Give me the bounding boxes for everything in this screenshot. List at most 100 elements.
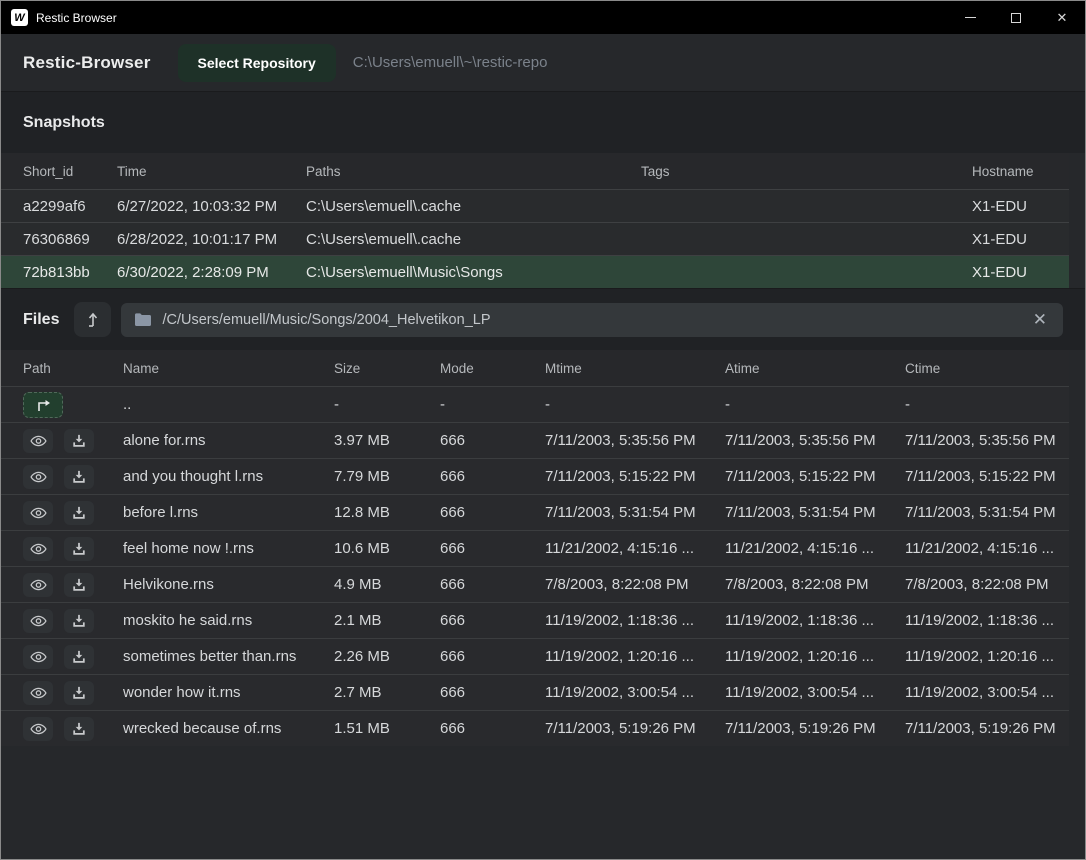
preview-file-button[interactable] [23, 501, 53, 525]
file-mode: 666 [440, 432, 545, 449]
file-name: moskito he said.rns [123, 612, 334, 629]
minimize-button[interactable] [947, 1, 993, 34]
file-row[interactable]: moskito he said.rns 2.1 MB 666 11/19/200… [1, 602, 1069, 638]
titlebar: W Restic Browser ✕ [1, 1, 1085, 34]
eye-icon [30, 543, 47, 555]
download-file-button[interactable] [64, 465, 94, 489]
download-file-button[interactable] [64, 429, 94, 453]
file-ctime: 7/11/2003, 5:15:22 PM [905, 468, 1069, 485]
preview-file-button[interactable] [23, 537, 53, 561]
file-row[interactable]: alone for.rns 3.97 MB 666 7/11/2003, 5:3… [1, 422, 1069, 458]
folder-icon [135, 313, 151, 326]
column-mode: Mode [440, 361, 545, 376]
eye-icon [30, 507, 47, 519]
download-icon [72, 578, 86, 592]
app-header: Restic-Browser Select Repository C:\User… [1, 34, 1085, 91]
eye-icon [30, 651, 47, 663]
file-name: and you thought l.rns [123, 468, 334, 485]
current-path-input[interactable]: /C/Users/emuell/Music/Songs/2004_Helveti… [121, 303, 1063, 337]
preview-file-button[interactable] [23, 573, 53, 597]
files-section-header: Files /C/Users/emuell/Music/Songs/2004_H… [1, 288, 1085, 350]
go-to-parent-button[interactable] [23, 392, 63, 418]
file-row[interactable]: Helvikone.rns 4.9 MB 666 7/8/2003, 8:22:… [1, 566, 1069, 602]
file-mode: 666 [440, 612, 545, 629]
file-mode: 666 [440, 468, 545, 485]
files-table-header: Path Name Size Mode Mtime Atime Ctime [1, 350, 1069, 386]
open-path-button[interactable] [74, 302, 111, 337]
file-size: 4.9 MB [334, 576, 440, 593]
download-file-button[interactable] [64, 645, 94, 669]
eye-icon [30, 471, 47, 483]
eye-icon [30, 579, 47, 591]
file-row[interactable]: wonder how it.rns 2.7 MB 666 11/19/2002,… [1, 674, 1069, 710]
file-size: 3.97 MB [334, 432, 440, 449]
file-mode: 666 [440, 720, 545, 737]
snapshot-row[interactable]: 72b813bb 6/30/2022, 2:28:09 PM C:\Users\… [1, 255, 1069, 288]
files-title: Files [23, 311, 59, 329]
preview-file-button[interactable] [23, 717, 53, 741]
preview-file-button[interactable] [23, 465, 53, 489]
app-window: W Restic Browser ✕ Restic-Browser Select… [0, 0, 1086, 860]
download-file-button[interactable] [64, 537, 94, 561]
snapshot-short-id: 72b813bb [23, 264, 117, 281]
download-file-button[interactable] [64, 609, 94, 633]
snapshot-paths: C:\Users\emuell\.cache [306, 198, 641, 215]
download-file-button[interactable] [64, 717, 94, 741]
snapshots-section-header: Snapshots [1, 91, 1085, 153]
up-arrow-icon [85, 311, 100, 328]
file-mtime: 11/19/2002, 1:20:16 ... [545, 648, 725, 665]
file-atime: 11/19/2002, 3:00:54 ... [725, 684, 905, 701]
clear-path-button[interactable]: ✕ [1031, 311, 1049, 328]
parent-arrow-icon [35, 398, 52, 412]
download-icon [72, 686, 86, 700]
snapshot-row[interactable]: a2299af6 6/27/2022, 10:03:32 PM C:\Users… [1, 189, 1069, 222]
file-mtime: 11/19/2002, 1:18:36 ... [545, 612, 725, 629]
file-ctime: 7/11/2003, 5:19:26 PM [905, 720, 1069, 737]
file-row[interactable]: sometimes better than.rns 2.26 MB 666 11… [1, 638, 1069, 674]
file-size: 12.8 MB [334, 504, 440, 521]
file-row[interactable]: before l.rns 12.8 MB 666 7/11/2003, 5:31… [1, 494, 1069, 530]
preview-file-button[interactable] [23, 681, 53, 705]
download-icon [72, 722, 86, 736]
download-file-button[interactable] [64, 681, 94, 705]
file-row[interactable]: wrecked because of.rns 1.51 MB 666 7/11/… [1, 710, 1069, 746]
file-name: alone for.rns [123, 432, 334, 449]
file-ctime: 7/11/2003, 5:31:54 PM [905, 504, 1069, 521]
parent-directory-row[interactable]: .. - - - - - [1, 386, 1069, 422]
file-name: sometimes better than.rns [123, 648, 334, 665]
maximize-button[interactable] [993, 1, 1039, 34]
parent-mode: - [440, 396, 545, 413]
file-mtime: 11/21/2002, 4:15:16 ... [545, 540, 725, 557]
file-mtime: 7/11/2003, 5:19:26 PM [545, 720, 725, 737]
snapshot-hostname: X1-EDU [972, 231, 1069, 248]
file-mtime: 11/19/2002, 3:00:54 ... [545, 684, 725, 701]
file-row[interactable]: and you thought l.rns 7.79 MB 666 7/11/2… [1, 458, 1069, 494]
preview-file-button[interactable] [23, 645, 53, 669]
close-button[interactable]: ✕ [1039, 1, 1085, 34]
preview-file-button[interactable] [23, 609, 53, 633]
download-file-button[interactable] [64, 501, 94, 525]
snapshot-time: 6/27/2022, 10:03:32 PM [117, 198, 306, 215]
download-file-button[interactable] [64, 573, 94, 597]
snapshot-row[interactable]: 76306869 6/28/2022, 10:01:17 PM C:\Users… [1, 222, 1069, 255]
repository-path: C:\Users\emuell\~\restic-repo [353, 54, 548, 71]
file-mtime: 7/11/2003, 5:35:56 PM [545, 432, 725, 449]
column-name: Name [123, 361, 334, 376]
snapshot-short-id: a2299af6 [23, 198, 117, 215]
file-name: before l.rns [123, 504, 334, 521]
file-name: feel home now !.rns [123, 540, 334, 557]
file-atime: 7/11/2003, 5:15:22 PM [725, 468, 905, 485]
file-mode: 666 [440, 684, 545, 701]
select-repository-button[interactable]: Select Repository [178, 44, 336, 82]
preview-file-button[interactable] [23, 429, 53, 453]
parent-mtime: - [545, 396, 725, 413]
column-tags: Tags [641, 164, 972, 179]
file-atime: 7/11/2003, 5:35:56 PM [725, 432, 905, 449]
column-short-id: Short_id [23, 164, 117, 179]
snapshot-paths: C:\Users\emuell\Music\Songs [306, 264, 641, 281]
file-row[interactable]: feel home now !.rns 10.6 MB 666 11/21/20… [1, 530, 1069, 566]
window-title: Restic Browser [36, 11, 117, 25]
window-controls: ✕ [947, 1, 1085, 34]
clear-icon: ✕ [1033, 310, 1047, 329]
eye-icon [30, 435, 47, 447]
